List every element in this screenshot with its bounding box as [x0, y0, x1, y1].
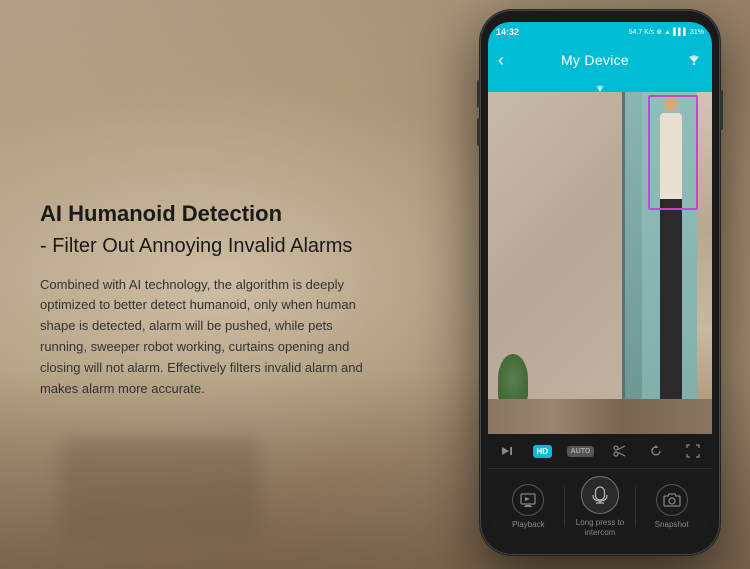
intercom-icon — [581, 476, 619, 514]
bottom-actions: Playback Long press to intercom — [488, 468, 712, 543]
wifi-status-icon: ▲ — [664, 29, 671, 36]
auto-button[interactable]: AUTO — [567, 446, 595, 457]
detection-bounding-box — [648, 95, 698, 210]
connectivity-row — [488, 78, 712, 92]
camera-feed — [488, 92, 712, 434]
feature-description: AI Humanoid Detection - Filter Out Annoy… — [40, 200, 420, 399]
feature-body: Combined with AI technology, the algorit… — [40, 275, 380, 400]
playback-icon — [512, 484, 544, 516]
feature-headline: AI Humanoid Detection — [40, 200, 420, 229]
feature-subheadline: - Filter Out Annoying Invalid Alarms — [40, 233, 420, 259]
signal-bars: ▌▌▌ — [673, 29, 688, 36]
phone-device: 14:32 54.7 K/s ⊕ ▲ ▌▌▌ 31% ‹ My Device — [480, 10, 720, 555]
back-button[interactable]: ‹ — [498, 51, 504, 69]
status-icons: 54.7 K/s ⊕ ▲ ▌▌▌ 31% — [629, 28, 704, 36]
data-speed: 54.7 K/s — [629, 29, 655, 36]
snapshot-label: Snapshot — [655, 520, 689, 530]
floor — [488, 399, 712, 434]
playback-button[interactable]: Playback — [493, 484, 564, 530]
hd-button[interactable]: HD — [533, 445, 553, 458]
phone-screen: 14:32 54.7 K/s ⊕ ▲ ▌▌▌ 31% ‹ My Device — [488, 22, 712, 543]
fullscreen-icon[interactable] — [682, 440, 704, 462]
app-header: ‹ My Device — [488, 42, 712, 78]
status-time: 14:32 — [496, 27, 519, 37]
bg-sofa — [60, 439, 260, 539]
playback-label: Playback — [512, 520, 544, 530]
playback-controls: HD AUTO — [488, 434, 712, 468]
intercom-label: Long press to intercom — [565, 518, 636, 537]
snapshot-icon — [656, 484, 688, 516]
wifi-icon — [686, 53, 702, 68]
stream-icon[interactable] — [496, 440, 518, 462]
plant — [498, 354, 528, 404]
signal-icon: ⊕ — [656, 28, 662, 36]
scissors-icon[interactable] — [609, 440, 631, 462]
snapshot-button[interactable]: Snapshot — [636, 484, 707, 530]
intercom-button[interactable]: Long press to intercom — [565, 476, 636, 537]
wall — [488, 92, 632, 399]
refresh-icon[interactable] — [645, 440, 667, 462]
phone-frame: 14:32 54.7 K/s ⊕ ▲ ▌▌▌ 31% ‹ My Device — [480, 10, 720, 555]
battery-level: 31% — [690, 29, 704, 36]
status-bar: 14:32 54.7 K/s ⊕ ▲ ▌▌▌ 31% — [488, 22, 712, 42]
page-title: My Device — [561, 52, 629, 68]
